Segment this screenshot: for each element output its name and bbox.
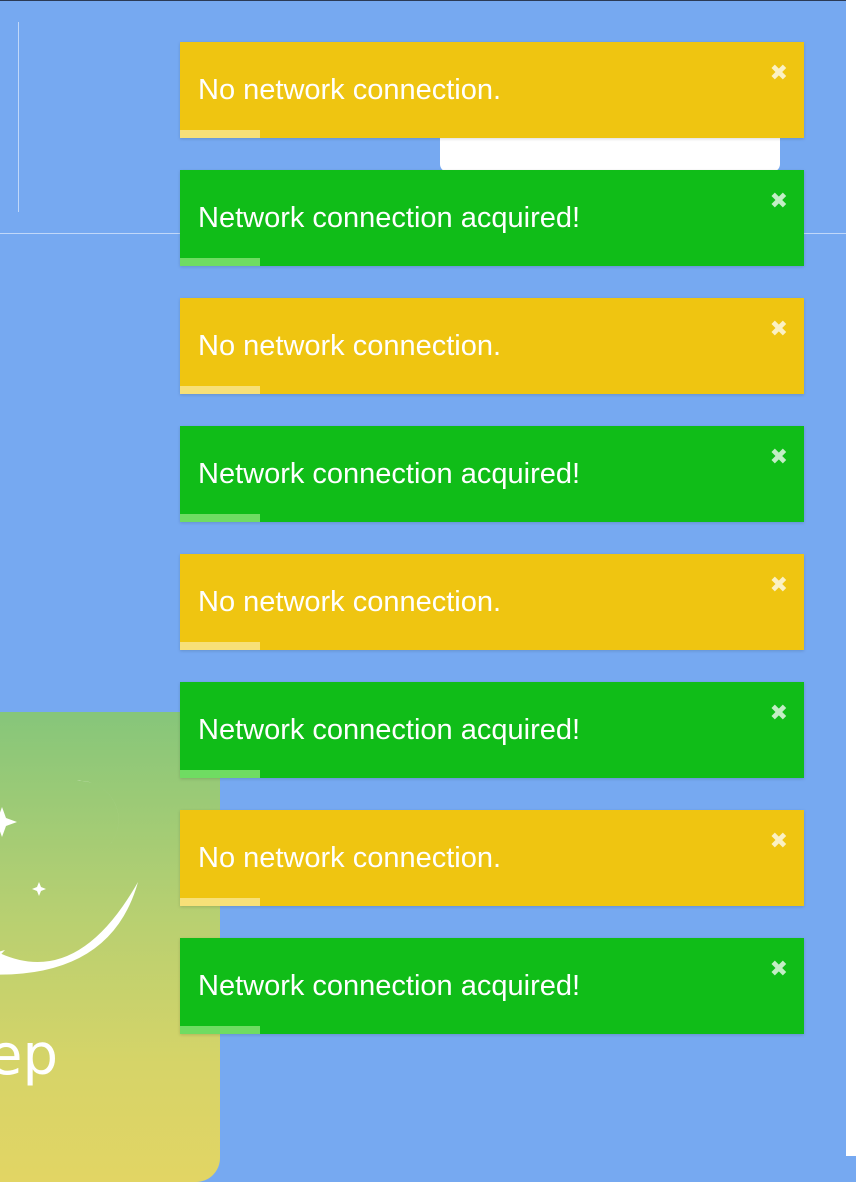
toast-message: No network connection. [198,586,502,618]
toast-warning[interactable]: No network connection. ✖ [180,554,804,650]
toast-success[interactable]: Network connection acquired! ✖ [180,170,804,266]
toast-message: No network connection. [198,842,502,874]
toast-warning[interactable]: No network connection. ✖ [180,298,804,394]
toast-stack: No network connection. ✖ Network connect… [180,42,804,1066]
toast-progress-bar [180,514,260,522]
toast-success[interactable]: Network connection acquired! ✖ [180,426,804,522]
toast-message: No network connection. [198,74,502,106]
app-tile-label: ep [0,1023,58,1088]
window-top-edge [0,0,846,1]
close-icon[interactable]: ✖ [770,830,788,852]
toast-success[interactable]: Network connection acquired! ✖ [180,682,804,778]
toast-message: Network connection acquired! [198,202,581,234]
toast-progress-bar [180,898,260,906]
toast-message: No network connection. [198,330,502,362]
close-icon[interactable]: ✖ [770,190,788,212]
toast-progress-bar [180,130,260,138]
toast-warning[interactable]: No network connection. ✖ [180,42,804,138]
close-icon[interactable]: ✖ [770,574,788,596]
window-right-edge [846,0,856,1156]
close-icon[interactable]: ✖ [770,702,788,724]
close-icon[interactable]: ✖ [770,318,788,340]
close-icon[interactable]: ✖ [770,446,788,468]
toast-message: Network connection acquired! [198,970,581,1002]
divider-vertical [18,22,19,212]
toast-progress-bar [180,1026,260,1034]
toast-progress-bar [180,770,260,778]
toast-warning[interactable]: No network connection. ✖ [180,810,804,906]
toast-message: Network connection acquired! [198,458,581,490]
close-icon[interactable]: ✖ [770,62,788,84]
close-icon[interactable]: ✖ [770,958,788,980]
toast-progress-bar [180,386,260,394]
toast-success[interactable]: Network connection acquired! ✖ [180,938,804,1034]
toast-progress-bar [180,642,260,650]
toast-progress-bar [180,258,260,266]
toast-message: Network connection acquired! [198,714,581,746]
